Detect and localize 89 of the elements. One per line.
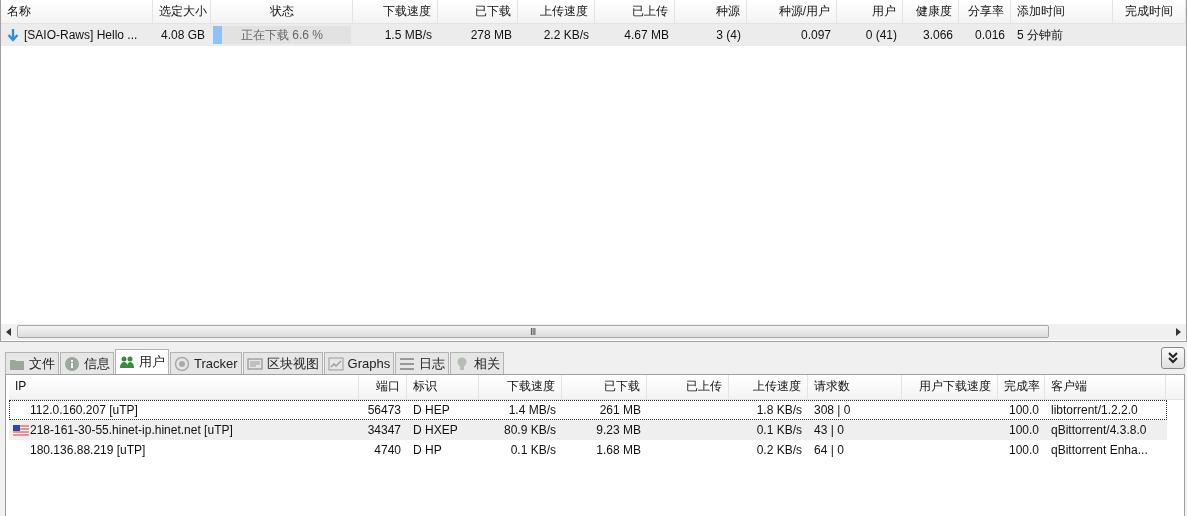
- table-cell: 1.68 MB: [596, 443, 641, 457]
- tab[interactable]: 用户: [115, 349, 169, 374]
- table-cell: 4740: [374, 443, 401, 457]
- grid-icon: [246, 355, 263, 372]
- peer-row[interactable]: 218-161-30-55.hinet-ip.hinet.net [uTP] 34347 D HXEP 80.9 KB/s 9.23 MB 0.1 KB/s 43 | 0 100.0 qBittorrent/4.3.8.0: [9, 420, 1167, 440]
- table-cell: 4.67 MB: [624, 28, 669, 42]
- table-cell: 0.2 KB/s: [756, 443, 802, 457]
- table-cell: 3 (4): [716, 28, 741, 42]
- table-cell: D HEP: [413, 403, 450, 417]
- chart-icon: [327, 355, 344, 372]
- table-cell: 3.066: [922, 28, 953, 42]
- table-cell: qBittorrent/4.3.8.0: [1051, 423, 1147, 437]
- peer-row[interactable]: 180.136.88.219 [uTP] 4740 D HP 0.1 KB/s 1.68 MB 0.2 KB/s 64 | 0 100.0 qBittorrent Enha...: [9, 440, 1167, 460]
- column-header[interactable]: 用户: [837, 0, 903, 23]
- table-cell: 4.08 GB: [160, 28, 205, 42]
- column-header[interactable]: 完成率: [998, 375, 1045, 399]
- table-cell: D HP: [413, 443, 442, 457]
- table-cell: 0.097: [800, 28, 831, 42]
- download-arrow-icon: [7, 28, 19, 42]
- table-cell: 100.0: [1008, 403, 1039, 417]
- table-cell: 0.016: [974, 28, 1005, 42]
- table-cell: 9.23 MB: [596, 423, 641, 437]
- table-cell: 43 | 0: [814, 423, 844, 437]
- target-icon: [174, 355, 190, 372]
- column-header[interactable]: 选定大小: [153, 0, 211, 23]
- column-header[interactable]: 下载速度: [353, 0, 438, 23]
- table-cell: 56473: [367, 403, 401, 417]
- column-header[interactable]: IP: [9, 375, 359, 399]
- progress-bar: 正在下载 6.6 %: [213, 26, 351, 44]
- column-header[interactable]: 已上传: [647, 375, 729, 399]
- table-cell: 0 (41): [865, 28, 897, 42]
- column-header[interactable]: 已下载: [562, 375, 647, 399]
- tab[interactable]: 日志: [395, 352, 450, 374]
- column-header[interactable]: 分享率: [959, 0, 1011, 23]
- table-cell: 1.5 MB/s: [384, 28, 432, 42]
- double-chevron-icon: [1168, 352, 1178, 364]
- table-cell: 308 | 0: [814, 403, 851, 417]
- column-header[interactable]: 添加时间: [1011, 0, 1113, 23]
- table-cell: qBittorrent Enha...: [1051, 443, 1148, 457]
- table-cell: 100.0: [1008, 443, 1039, 457]
- table-cell: 80.9 KB/s: [503, 423, 556, 437]
- table-cell: 34347: [367, 423, 401, 437]
- tab[interactable]: 相关: [450, 352, 505, 374]
- column-header[interactable]: 客户端: [1045, 375, 1166, 399]
- column-header[interactable]: 已下载: [438, 0, 518, 23]
- peer-row[interactable]: 112.0.160.207 [uTP] 56473 D HEP 1.4 MB/s 261 MB 1.8 KB/s 308 | 0 100.0 libtorrent/1.2.2.0: [9, 400, 1167, 420]
- column-header[interactable]: 已上传: [595, 0, 675, 23]
- table-cell: 261 MB: [599, 403, 641, 417]
- info-icon: [64, 355, 80, 372]
- table-cell: 0.1 KB/s: [510, 443, 556, 457]
- table-cell: 100.0: [1008, 423, 1039, 437]
- torrent-row[interactable]: [SAIO-Raws] Hello ... 4.08 GB 正在下载 6.6 % 1.5 MB/s 278 MB 2.2 KB/s 4.67 MB 3 (4) 0.097 0 (41) 3.066 0.016 5 分钟前: [1, 24, 1186, 46]
- tab[interactable]: Tracker: [170, 352, 242, 374]
- column-header[interactable]: 健康度: [903, 0, 959, 23]
- column-header[interactable]: 完成时间: [1113, 0, 1186, 23]
- tab[interactable]: 文件: [5, 352, 59, 374]
- horizontal-scrollbar[interactable]: Ⅲ: [1, 324, 1186, 340]
- table-cell: 64 | 0: [814, 443, 844, 457]
- tab[interactable]: Graphs: [323, 352, 395, 374]
- expand-button[interactable]: [1161, 347, 1185, 369]
- column-header[interactable]: 名称: [1, 0, 153, 23]
- list-icon: [399, 355, 416, 372]
- table-cell: libtorrent/1.2.2.0: [1051, 403, 1138, 417]
- column-header[interactable]: 上传速度: [729, 375, 808, 399]
- table-cell: 1.8 KB/s: [756, 403, 802, 417]
- table-cell: 2.2 KB/s: [543, 28, 589, 42]
- column-header[interactable]: 种源: [675, 0, 747, 23]
- column-header[interactable]: 上传速度: [518, 0, 595, 23]
- table-cell: 5 分钟前: [1017, 27, 1063, 42]
- column-header[interactable]: 下载速度: [479, 375, 562, 399]
- table-cell: 278 MB: [470, 28, 512, 42]
- table-cell: 218-161-30-55.hinet-ip.hinet.net [uTP]: [30, 423, 233, 437]
- column-header[interactable]: 种源/用户: [747, 0, 837, 23]
- table-cell: D HXEP: [413, 423, 458, 437]
- tab[interactable]: 信息: [60, 352, 114, 374]
- table-cell: [SAIO-Raws] Hello ...: [24, 28, 138, 42]
- tab[interactable]: 区块视图: [242, 352, 323, 374]
- scrollbar-thumb[interactable]: Ⅲ: [17, 325, 1049, 338]
- table-cell: 0.1 KB/s: [756, 423, 802, 437]
- table-cell: 180.136.88.219 [uTP]: [30, 443, 146, 457]
- column-header[interactable]: 端口: [359, 375, 407, 399]
- table-cell: 112.0.160.207 [uTP]: [30, 403, 138, 417]
- people-icon: [119, 354, 135, 370]
- column-header[interactable]: 标识: [407, 375, 479, 399]
- column-header[interactable]: 状态: [211, 0, 353, 23]
- column-header[interactable]: 请求数: [808, 375, 902, 399]
- table-cell: 1.4 MB/s: [508, 403, 556, 417]
- grip-mark: Ⅲ: [529, 326, 537, 339]
- column-header[interactable]: 用户下载速度: [902, 375, 998, 399]
